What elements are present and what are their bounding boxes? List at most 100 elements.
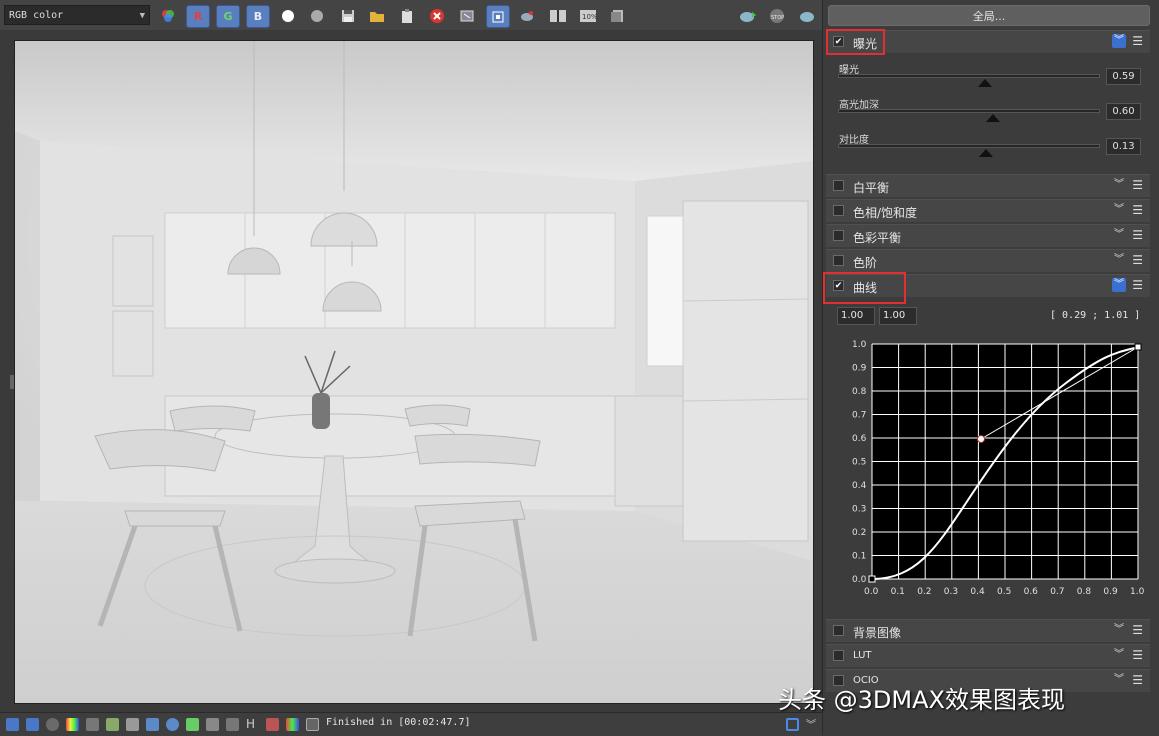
top-toolbar: RGB color ▼ R G B 10% STOP	[0, 0, 822, 31]
rendered-image	[14, 40, 814, 704]
section-label: 色彩平衡	[853, 231, 902, 245]
open-folder-icon[interactable]	[366, 5, 388, 26]
menu-icon[interactable]: ☰	[1132, 229, 1143, 241]
track-mouse-icon[interactable]	[486, 5, 510, 28]
expand-icon[interactable]: ︾	[1112, 178, 1126, 192]
red-channel-button[interactable]: R	[186, 5, 210, 28]
curve-point-mid[interactable]	[977, 435, 985, 443]
curve-icon[interactable]	[146, 718, 159, 731]
watermark: 头条 @3DMAX效果图表现	[778, 686, 1065, 714]
x-tick-label: 0.9	[1103, 587, 1118, 597]
checkbox[interactable]	[833, 625, 844, 636]
menu-icon[interactable]: ☰	[1132, 254, 1143, 266]
checkbox[interactable]	[833, 205, 844, 216]
expand-icon[interactable]: ︾	[1112, 673, 1126, 687]
y-tick-label: 0.5	[852, 458, 866, 468]
exposure-icon[interactable]	[166, 718, 179, 731]
blue-channel-button[interactable]: B	[246, 5, 270, 28]
section-levels[interactable]: 色阶 ︾ ☰	[826, 249, 1150, 272]
grey-circle-icon[interactable]	[306, 5, 328, 26]
curve-point-end[interactable]	[1134, 343, 1142, 351]
expand-icon[interactable]: ︾	[1112, 203, 1126, 217]
menu-icon[interactable]: ☰	[1132, 624, 1143, 636]
svg-text:10%: 10%	[582, 13, 597, 21]
highlight-burn-slider[interactable]	[838, 109, 1100, 113]
collapse-icon[interactable]: ︾	[1112, 278, 1126, 292]
color-corrections-icon[interactable]	[66, 718, 79, 731]
section-lut[interactable]: LUT ︾ ☰	[826, 644, 1150, 667]
section-label: LUT	[853, 650, 872, 661]
x-tick-label: 0.7	[1050, 587, 1064, 597]
histogram-icon[interactable]	[126, 718, 139, 731]
section-white-balance[interactable]: 白平衡 ︾ ☰	[826, 174, 1150, 197]
balance-icon[interactable]	[106, 718, 119, 731]
hsl-icon[interactable]	[86, 718, 99, 731]
channels-icon[interactable]	[286, 718, 299, 731]
lut-curve-icon[interactable]	[206, 718, 219, 731]
section-color-balance[interactable]: 色彩平衡 ︾ ☰	[826, 224, 1150, 247]
menu-icon[interactable]: ☰	[1132, 279, 1143, 291]
history-icon[interactable]	[607, 5, 629, 26]
clear-icon[interactable]	[426, 5, 448, 26]
layers-icon[interactable]	[26, 718, 39, 731]
background-icon[interactable]	[186, 718, 199, 731]
y-tick-label: 0.1	[852, 552, 866, 562]
curve-editor[interactable]: 1.0 0.9 0.8 0.7 0.6 0.5 0.4 0.3 0.2 0.1 0.0 0.0 0.1…	[826, 333, 1150, 618]
window-icon[interactable]	[6, 718, 19, 731]
global-button[interactable]: 全局...	[828, 5, 1150, 26]
zoom-10-icon[interactable]: 10%	[577, 5, 599, 26]
exposure-value[interactable]: 0.59	[1106, 68, 1141, 85]
compare-icon[interactable]	[547, 5, 569, 26]
chevron-down-icon[interactable]: ︾	[806, 716, 816, 731]
white-circle-icon[interactable]	[277, 5, 299, 26]
contrast-slider[interactable]	[838, 144, 1100, 148]
pixel-icon[interactable]	[306, 718, 319, 731]
exposure-slider[interactable]	[838, 74, 1100, 78]
x-tick-label: 0.1	[891, 587, 905, 597]
region-render-icon[interactable]	[456, 5, 478, 26]
render-teapot-icon[interactable]	[736, 5, 758, 26]
menu-icon[interactable]: ☰	[1132, 179, 1143, 191]
checkbox[interactable]	[833, 650, 844, 661]
contrast-value[interactable]: 0.13	[1106, 138, 1141, 155]
info-icon[interactable]	[46, 718, 59, 731]
status-text: Finished in [00:02:47.7]	[326, 717, 471, 728]
expand-icon[interactable]: ︾	[1112, 623, 1126, 637]
fit-window-icon[interactable]	[786, 718, 799, 731]
expand-icon[interactable]: ︾	[1112, 253, 1126, 267]
h-icon[interactable]: H	[246, 718, 259, 731]
section-background-image[interactable]: 背景图像 ︾ ☰	[826, 619, 1150, 642]
clipboard-icon[interactable]	[396, 5, 418, 26]
channel-select[interactable]: RGB color ▼	[4, 5, 150, 25]
slider-thumb[interactable]	[978, 79, 992, 87]
menu-icon[interactable]: ☰	[1132, 35, 1143, 47]
checkbox[interactable]	[833, 230, 844, 241]
slider-thumb[interactable]	[979, 149, 993, 157]
expand-icon[interactable]: ︾	[1112, 648, 1126, 662]
slider-thumb[interactable]	[986, 114, 1000, 122]
lut-icon[interactable]	[226, 718, 239, 731]
color-wheel-icon[interactable]	[157, 5, 179, 26]
split-icon[interactable]	[266, 718, 279, 731]
curve-input-x[interactable]: 1.00	[837, 307, 875, 325]
checkbox[interactable]	[833, 180, 844, 191]
save-icon[interactable]	[337, 5, 359, 26]
menu-icon[interactable]: ☰	[1132, 204, 1143, 216]
highlight-burn-value[interactable]: 0.60	[1106, 103, 1141, 120]
section-label: 色阶	[853, 256, 878, 270]
teapot-link-icon[interactable]	[516, 5, 538, 26]
collapse-icon[interactable]: ︾	[1112, 34, 1126, 48]
menu-icon[interactable]: ☰	[1132, 649, 1143, 661]
section-hue-saturation[interactable]: 色相/饱和度 ︾ ☰	[826, 199, 1150, 222]
curve-point-start[interactable]	[868, 575, 876, 583]
y-tick-label: 0.8	[852, 387, 867, 397]
menu-icon[interactable]: ☰	[1132, 674, 1143, 686]
highlight-box	[826, 29, 885, 55]
green-channel-button[interactable]: G	[216, 5, 240, 28]
expand-icon[interactable]: ︾	[1112, 228, 1126, 242]
teapot-icon[interactable]	[796, 5, 818, 26]
section-label: 背景图像	[853, 626, 902, 640]
stop-icon[interactable]: STOP	[766, 5, 788, 26]
checkbox[interactable]	[833, 255, 844, 266]
curve-input-y[interactable]: 1.00	[879, 307, 917, 325]
